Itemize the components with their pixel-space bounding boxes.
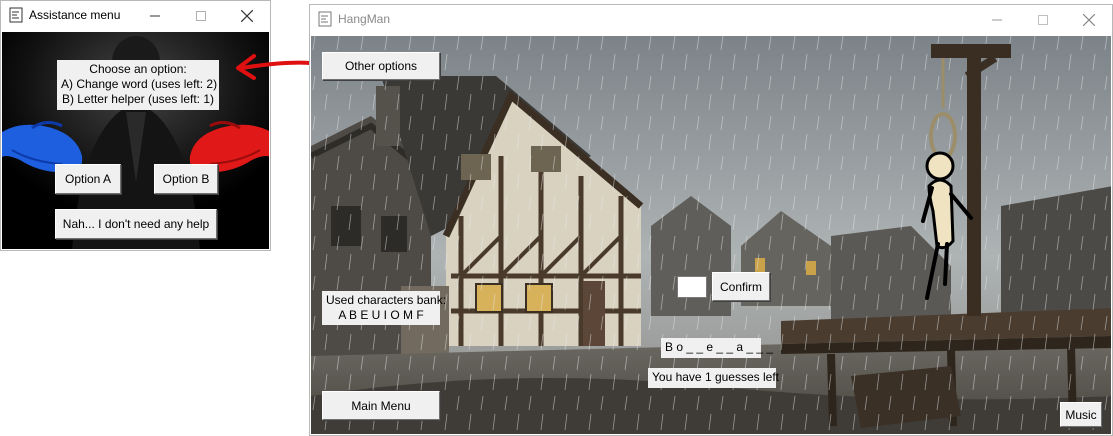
hangman-figure: [921, 151, 973, 300]
confirm-button[interactable]: Confirm: [712, 272, 770, 301]
app-icon: [318, 11, 332, 27]
close-icon: [241, 10, 253, 22]
minimize-icon: [150, 15, 160, 17]
option-prompt-label: Choose an option: A) Change word (uses l…: [57, 60, 219, 110]
close-icon: [1083, 14, 1095, 26]
maximize-button[interactable]: [178, 1, 224, 31]
no-help-button[interactable]: Nah... I don't need any help: [55, 209, 217, 239]
minimize-button[interactable]: [974, 5, 1020, 35]
used-characters-label: Used characters bank: A B E U I O M F: [322, 291, 447, 325]
other-options-button[interactable]: Other options: [322, 52, 440, 80]
assistance-canvas: Choose an option: A) Change word (uses l…: [2, 32, 269, 249]
app-icon: [9, 7, 23, 23]
hangman-window: HangMan Other options Used characters ba…: [309, 4, 1113, 436]
maximize-icon: [196, 11, 206, 21]
music-button[interactable]: Music: [1060, 402, 1102, 427]
option-b-button[interactable]: Option B: [154, 164, 218, 194]
option-a-button[interactable]: Option A: [55, 164, 121, 194]
minimize-icon: [992, 19, 1002, 21]
used-bank-value: A B E U I O M F: [338, 308, 424, 322]
close-button[interactable]: [224, 1, 270, 31]
word-display: B o _ _ e _ _ a _ _ _: [661, 338, 773, 358]
hangman-titlebar[interactable]: HangMan: [310, 5, 1112, 35]
prompt-line-1: Choose an option:: [89, 62, 187, 76]
used-bank-title: Used characters bank:: [326, 293, 447, 307]
main-menu-button[interactable]: Main Menu: [322, 391, 440, 420]
prompt-line-3: B) Letter helper (uses left: 1): [61, 92, 215, 106]
prompt-line-2: A) Change word (uses left: 2): [61, 77, 218, 91]
window-title: HangMan: [338, 12, 391, 26]
game-canvas: Other options Used characters bank: A B …: [311, 36, 1111, 434]
maximize-button[interactable]: [1020, 5, 1066, 35]
window-title: Assistance menu: [29, 8, 121, 22]
letter-input[interactable]: [677, 276, 707, 298]
assistance-titlebar[interactable]: Assistance menu: [1, 1, 270, 31]
minimize-button[interactable]: [132, 1, 178, 31]
close-button[interactable]: [1066, 5, 1112, 35]
maximize-icon: [1038, 15, 1048, 25]
guesses-left-label: You have 1 guesses left: [648, 368, 779, 388]
assistance-window: Assistance menu Choose an option: A) Cha…: [0, 0, 271, 251]
gallows-art: [921, 44, 1011, 316]
